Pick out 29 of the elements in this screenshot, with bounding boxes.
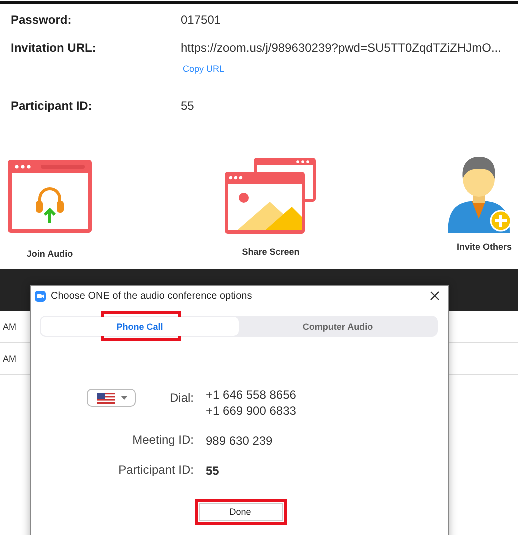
tab[interactable]: Computer Audio (239, 317, 437, 336)
detail-value: 55 (206, 463, 220, 479)
detail-label: Meeting ID: (132, 433, 194, 447)
time-text: AM (2, 354, 16, 364)
done-button[interactable]: Done (198, 503, 282, 521)
info-label: Participant ID: (11, 99, 94, 115)
headphones-window-icon[interactable] (7, 159, 93, 235)
flag-icon (96, 392, 115, 404)
phone-number: +1 669 900 6833 (206, 403, 298, 419)
action-label[interactable]: Join Audio (26, 249, 74, 259)
caret-icon (120, 396, 128, 400)
dial-label: Dial: (170, 391, 194, 405)
info-value: https://zoom.us/j/989630239?pwd=SU5TT0ZqdTZiZHJmO... (181, 41, 502, 55)
info-value: 55 (181, 99, 194, 113)
country-dropdown[interactable] (86, 389, 136, 407)
picture-windows-icon[interactable] (224, 157, 318, 235)
detail-value: 989 630 239 (206, 433, 274, 449)
action-label[interactable]: Invite Others (457, 242, 512, 252)
camera-logo-icon (35, 290, 46, 302)
dialog-title: Choose ONE of the audio conference options (51, 290, 254, 302)
phone-number: +1 646 558 8656 (206, 387, 298, 403)
detail-label: Participant ID: (118, 463, 194, 477)
info-label: Invitation URL: (11, 41, 98, 57)
close-button[interactable] (430, 291, 440, 301)
action-label[interactable]: Share Screen (242, 247, 300, 257)
time-text: AM (2, 322, 16, 332)
info-value: 017501 (181, 13, 222, 27)
info-label: Password: (11, 13, 73, 29)
tab[interactable]: Phone Call (41, 317, 239, 336)
